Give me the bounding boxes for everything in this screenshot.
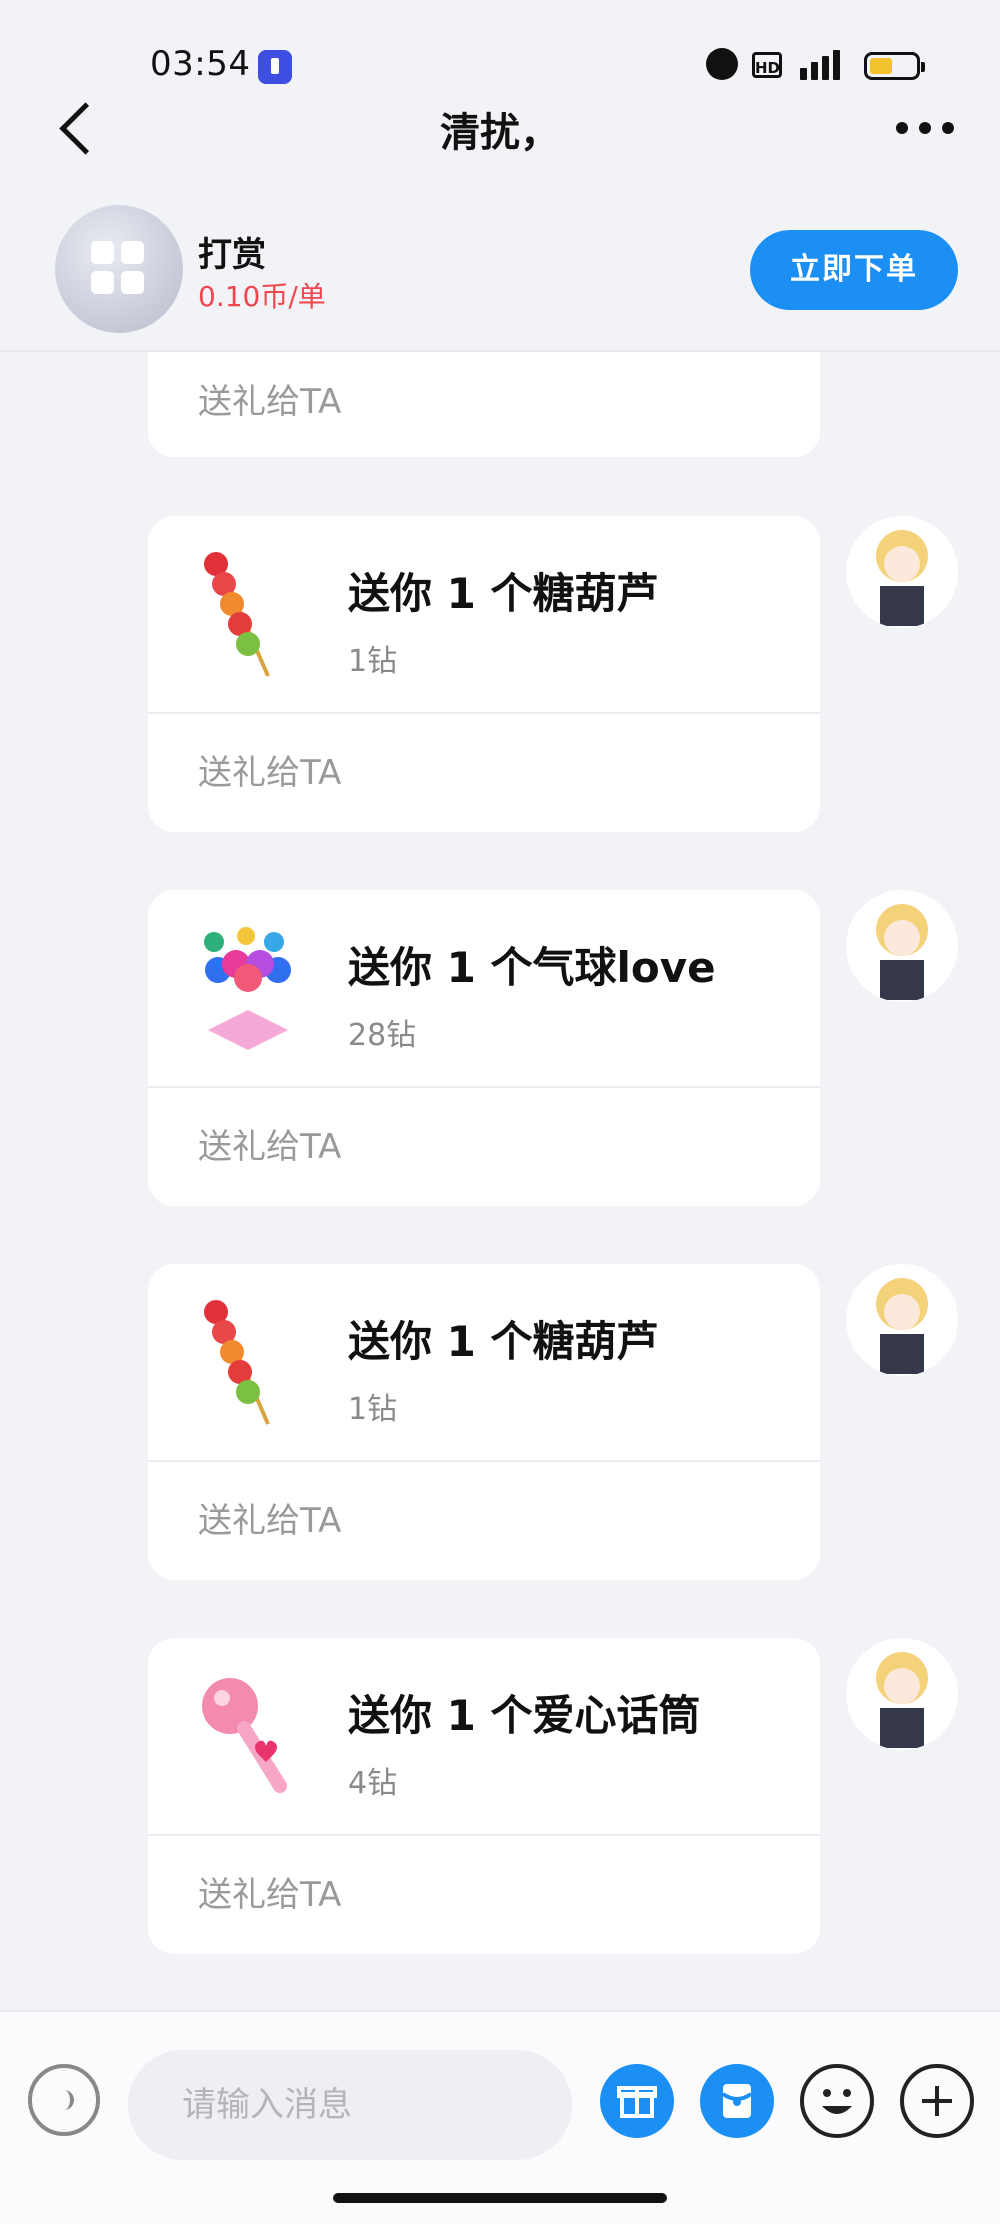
status-time: 03:54 (150, 44, 251, 84)
gift-message-card: 送你 1 个糖葫芦 1钻 送礼给TA (148, 1264, 820, 1580)
gift-price: 28钻 (348, 1018, 417, 1053)
service-name: 打赏 (198, 235, 266, 275)
gift-message-card: 送你 1 个糖葫芦 1钻 送礼给TA (148, 516, 820, 832)
order-now-button[interactable]: 立即下单 (750, 230, 958, 310)
more-options-button[interactable] (890, 112, 960, 142)
gift-message-card: 送你 1 个气球love 28钻 送礼给TA (148, 890, 820, 1206)
battery-icon (864, 52, 925, 80)
gift-message-card: 送你 1 个爱心话筒 4钻 送礼给TA (148, 1638, 820, 1954)
gift-price: 1钻 (348, 1392, 398, 1427)
gift-title: 送你 1 个糖葫芦 (348, 569, 659, 618)
send-gift-button[interactable]: 送礼给TA (198, 1088, 341, 1206)
gift-title: 送你 1 个糖葫芦 (348, 1317, 659, 1366)
user-avatar[interactable] (846, 890, 958, 1002)
user-avatar[interactable] (846, 1638, 958, 1750)
send-gift-button[interactable]: 送礼给TA (198, 714, 341, 832)
flashlight-notification-icon (258, 50, 292, 84)
gift-title: 送你 1 个气球love (348, 943, 716, 992)
user-avatar[interactable] (846, 516, 958, 628)
hd-icon: HD (752, 52, 782, 78)
chat-title: 清扰， (440, 110, 560, 156)
gift-title: 送你 1 个爱心话筒 (348, 1691, 701, 1740)
gift-price: 1钻 (348, 644, 398, 679)
candied-haws-icon (204, 552, 270, 677)
user-avatar[interactable] (846, 1264, 958, 1376)
send-gift-button[interactable]: 送礼给TA (198, 352, 341, 452)
gift-icon[interactable] (600, 2064, 674, 2138)
home-indicator[interactable] (333, 2193, 667, 2203)
service-avatar (55, 205, 183, 333)
service-header: 打赏 0.10币/单 立即下单 (0, 195, 1000, 352)
plus-icon[interactable] (900, 2064, 974, 2138)
gift-price: 4钻 (348, 1766, 398, 1801)
heart-microphone-icon (202, 1678, 287, 1793)
send-gift-button[interactable]: 送礼给TA (198, 1462, 341, 1580)
service-price: 0.10币/单 (198, 280, 326, 313)
emoji-icon[interactable] (800, 2064, 874, 2138)
grid-icon (91, 241, 114, 264)
candied-haws-icon (204, 1300, 270, 1425)
gift-message-card-partial: 送礼给TA (148, 352, 820, 457)
voice-input-icon[interactable] (28, 2064, 100, 2136)
message-input-bar (0, 2010, 1000, 2224)
message-input[interactable] (128, 2050, 572, 2160)
red-packet-icon[interactable] (700, 2064, 774, 2138)
send-gift-button[interactable]: 送礼给TA (198, 1836, 341, 1954)
balloon-love-icon (204, 927, 291, 1050)
signal-4g-icon (796, 46, 848, 80)
alarm-icon (706, 48, 738, 80)
